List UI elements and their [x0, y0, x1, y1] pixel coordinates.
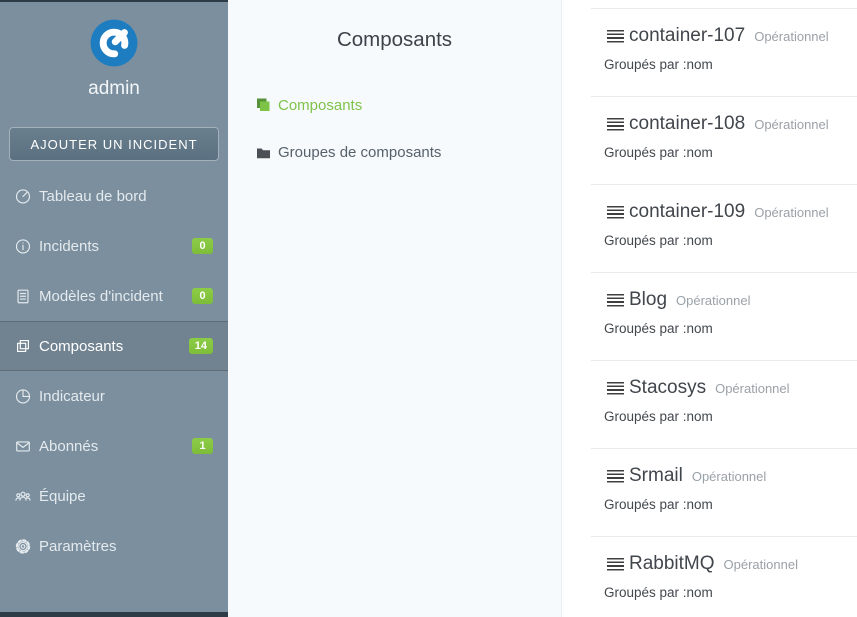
components-stack-icon — [256, 98, 271, 113]
templates-count-badge: 0 — [192, 288, 213, 304]
sidebar-menu: Tableau de bord Incidents 0 Modèles d'in… — [0, 171, 228, 571]
drag-handle-icon[interactable] — [607, 206, 624, 219]
folder-icon — [256, 145, 271, 160]
sidebar-item-label: Abonnés — [39, 438, 98, 455]
subnav-panel: Composants Composants Groupes de composa… — [228, 0, 562, 617]
component-status: Opérationnel — [754, 205, 828, 220]
sidebar-item-label: Paramètres — [39, 538, 117, 555]
subnav-item-component-groups[interactable]: Groupes de composants — [228, 129, 561, 176]
sidebar-item-label: Modèles d'incident — [39, 288, 163, 305]
sidebar-item-team[interactable]: Équipe — [0, 471, 228, 521]
pie-icon — [14, 386, 32, 406]
subnav-item-label: Composants — [278, 97, 362, 114]
drag-handle-icon[interactable] — [607, 118, 624, 131]
components-list-panel: container-107 Opérationnel Groupés par :… — [562, 0, 857, 617]
subnav-item-label: Groupes de composants — [278, 144, 441, 161]
add-incident-button[interactable]: AJOUTER UN INCIDENT — [9, 127, 219, 161]
sidebar-item-label: Indicateur — [39, 388, 105, 405]
drag-handle-icon[interactable] — [607, 558, 624, 571]
document-icon — [14, 286, 32, 306]
sidebar-item-subscribers[interactable]: Abonnés 1 — [0, 421, 228, 471]
incidents-count-badge: 0 — [192, 238, 213, 254]
component-name[interactable]: container-107 — [629, 25, 745, 47]
sidebar-item-label: Incidents — [39, 238, 99, 255]
subscribers-count-badge: 1 — [192, 438, 213, 454]
components-list: container-107 Opérationnel Groupés par :… — [591, 8, 857, 617]
info-icon — [14, 236, 32, 256]
subnav-item-components[interactable]: Composants — [228, 82, 561, 129]
component-grouped-label: Groupés par :nom — [604, 409, 857, 424]
component-row[interactable]: container-107 Opérationnel Groupés par :… — [591, 8, 857, 96]
sidebar-item-incidents[interactable]: Incidents 0 — [0, 221, 228, 271]
gauge-icon — [14, 186, 32, 206]
component-name[interactable]: Srmail — [629, 465, 683, 487]
component-row[interactable]: Blog Opérationnel Groupés par :nom — [591, 272, 857, 360]
component-grouped-label: Groupés par :nom — [604, 585, 857, 600]
components-icon — [14, 336, 32, 356]
sidebar-item-metrics[interactable]: Indicateur — [0, 371, 228, 421]
component-name[interactable]: container-109 — [629, 201, 745, 223]
component-row[interactable]: Stacosys Opérationnel Groupés par :nom — [591, 360, 857, 448]
components-count-badge: 14 — [189, 338, 213, 354]
component-row[interactable]: Srmail Opérationnel Groupés par :nom — [591, 448, 857, 536]
sidebar-item-label: Équipe — [39, 488, 86, 505]
component-status: Opérationnel — [692, 469, 766, 484]
sidebar-inner: admin AJOUTER UN INCIDENT Tableau de bor… — [0, 2, 228, 612]
sidebar-item-settings[interactable]: Paramètres — [0, 521, 228, 571]
component-grouped-label: Groupés par :nom — [604, 497, 857, 512]
drag-handle-icon[interactable] — [607, 30, 624, 43]
team-icon — [14, 486, 32, 506]
component-name[interactable]: container-108 — [629, 113, 745, 135]
component-grouped-label: Groupés par :nom — [604, 233, 857, 248]
drag-handle-icon[interactable] — [607, 470, 624, 483]
component-row[interactable]: RabbitMQ Opérationnel Groupés par :nom — [591, 536, 857, 617]
sidebar: admin AJOUTER UN INCIDENT Tableau de bor… — [0, 0, 228, 617]
component-row[interactable]: container-108 Opérationnel Groupés par :… — [591, 96, 857, 184]
component-row[interactable]: container-109 Opérationnel Groupés par :… — [591, 184, 857, 272]
component-status: Opérationnel — [754, 117, 828, 132]
sidebar-item-dashboard[interactable]: Tableau de bord — [0, 171, 228, 221]
cachet-logo-icon[interactable] — [88, 17, 140, 69]
gear-icon — [14, 536, 32, 556]
component-name[interactable]: Blog — [629, 289, 667, 311]
component-status: Opérationnel — [754, 29, 828, 44]
envelope-icon — [14, 436, 32, 456]
sidebar-item-label: Tableau de bord — [39, 188, 147, 205]
component-status: Opérationnel — [676, 293, 750, 308]
username: admin — [0, 78, 228, 100]
sidebar-item-incident-templates[interactable]: Modèles d'incident 0 — [0, 271, 228, 321]
component-grouped-label: Groupés par :nom — [604, 57, 857, 72]
component-grouped-label: Groupés par :nom — [604, 321, 857, 336]
panel-title: Composants — [228, 28, 561, 52]
subnav-list: Composants Groupes de composants — [228, 82, 561, 176]
component-name[interactable]: RabbitMQ — [629, 553, 715, 575]
sidebar-item-label: Composants — [39, 338, 123, 355]
sidebar-item-components[interactable]: Composants 14 — [0, 321, 228, 371]
component-status: Opérationnel — [724, 557, 798, 572]
drag-handle-icon[interactable] — [607, 294, 624, 307]
component-status: Opérationnel — [715, 381, 789, 396]
component-grouped-label: Groupés par :nom — [604, 145, 857, 160]
drag-handle-icon[interactable] — [607, 382, 624, 395]
component-name[interactable]: Stacosys — [629, 377, 706, 399]
